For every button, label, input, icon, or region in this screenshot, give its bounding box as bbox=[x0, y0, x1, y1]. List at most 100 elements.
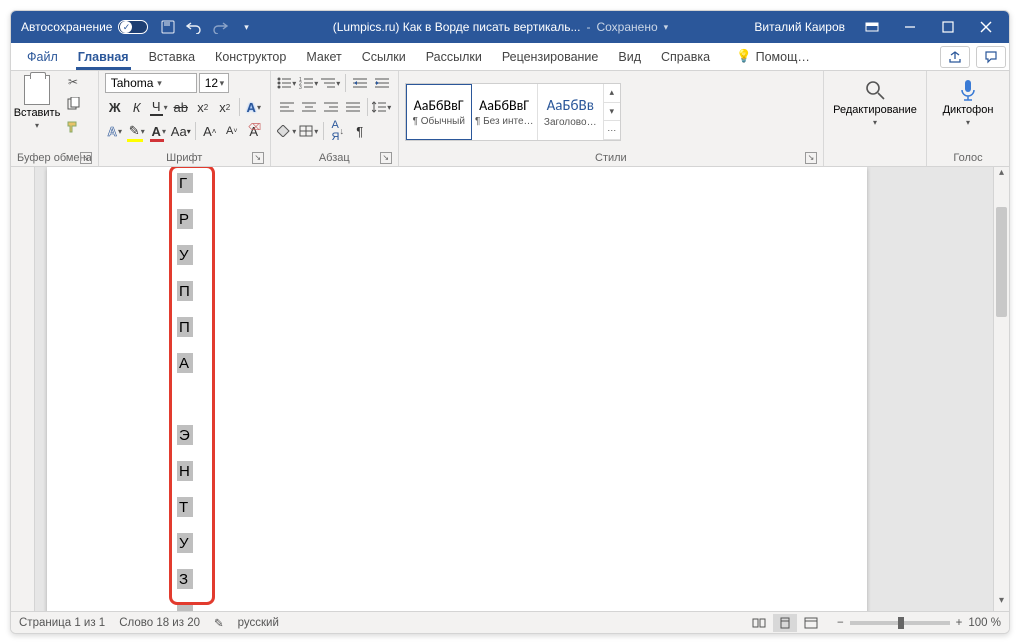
align-left-button[interactable] bbox=[277, 97, 297, 117]
tab-file[interactable]: Файл bbox=[17, 43, 68, 70]
dialog-launcher-icon[interactable]: ↘ bbox=[805, 152, 817, 164]
font-size-combo[interactable]: 12▾ bbox=[199, 73, 229, 93]
underline-button[interactable]: Ч bbox=[149, 97, 169, 117]
strike-button[interactable]: ab bbox=[171, 97, 191, 117]
bullets-button[interactable] bbox=[277, 73, 297, 93]
bold-button[interactable]: Ж bbox=[105, 97, 125, 117]
font-color-outline-button[interactable]: A bbox=[105, 121, 125, 141]
format-painter-button[interactable] bbox=[63, 117, 83, 135]
status-words[interactable]: Слово 18 из 20 bbox=[119, 617, 200, 629]
share-button[interactable] bbox=[940, 46, 970, 68]
style-normal[interactable]: АаБбВвГ ¶ Обычный bbox=[406, 84, 472, 140]
tab-references[interactable]: Ссылки bbox=[352, 43, 416, 70]
justify-button[interactable] bbox=[343, 97, 363, 117]
page-viewport[interactable]: ГРУППАЭНТУЗи bbox=[35, 167, 993, 611]
autosave[interactable]: Автосохранение bbox=[21, 20, 148, 34]
line-spacing-button[interactable] bbox=[372, 97, 392, 117]
style-heading1[interactable]: АаБбВв Заголово… bbox=[538, 84, 604, 140]
zoom-slider[interactable] bbox=[850, 621, 950, 625]
vertical-char[interactable]: П bbox=[175, 277, 201, 313]
comments-button[interactable] bbox=[976, 46, 1006, 68]
shrink-font-button[interactable]: A˅ bbox=[222, 121, 242, 141]
redo-icon[interactable] bbox=[212, 19, 228, 35]
decrease-indent-button[interactable] bbox=[350, 73, 370, 93]
page[interactable]: ГРУППАЭНТУЗи bbox=[47, 167, 867, 611]
dialog-launcher-icon[interactable]: ↘ bbox=[380, 152, 392, 164]
zoom-in-button[interactable]: + bbox=[956, 617, 963, 629]
grow-font-button[interactable]: A˄ bbox=[200, 121, 220, 141]
vertical-char[interactable]: и bbox=[175, 601, 201, 611]
vertical-char[interactable]: У bbox=[175, 529, 201, 565]
vertical-char[interactable]: Т bbox=[175, 493, 201, 529]
editing-button[interactable]: Редактирование ▾ bbox=[830, 73, 920, 131]
change-case-button[interactable]: Aa▾ bbox=[171, 121, 191, 141]
tab-review[interactable]: Рецензирование bbox=[492, 43, 609, 70]
shading-button[interactable] bbox=[277, 121, 297, 141]
minimize-button[interactable] bbox=[891, 11, 929, 43]
multilevel-button[interactable] bbox=[321, 73, 341, 93]
saved-chevron[interactable]: ▾ bbox=[664, 22, 669, 33]
increase-indent-button[interactable] bbox=[372, 73, 392, 93]
styles-scroll[interactable]: ▴▾⋯ bbox=[604, 84, 620, 140]
borders-button[interactable] bbox=[299, 121, 319, 141]
view-read-button[interactable] bbox=[747, 614, 771, 632]
vertical-char[interactable]: Р bbox=[175, 205, 201, 241]
vertical-text-selection[interactable]: ГРУППАЭНТУЗи bbox=[175, 169, 201, 611]
vertical-char[interactable]: Н bbox=[175, 457, 201, 493]
vertical-char[interactable]: П bbox=[175, 313, 201, 349]
view-print-button[interactable] bbox=[773, 614, 797, 632]
scroll-down-icon[interactable]: ▾ bbox=[994, 595, 1009, 611]
clear-formatting-button[interactable]: A⌫ bbox=[244, 121, 264, 141]
vertical-char[interactable]: З bbox=[175, 565, 201, 601]
zoom-knob[interactable] bbox=[898, 617, 904, 629]
ruler-vertical[interactable] bbox=[11, 167, 35, 611]
undo-icon[interactable] bbox=[186, 19, 202, 35]
vertical-char[interactable]: А bbox=[175, 349, 201, 385]
status-lang[interactable]: русский bbox=[238, 617, 279, 629]
sort-button[interactable]: AЯ↓ bbox=[328, 121, 348, 141]
ribbon-collapse-icon[interactable] bbox=[853, 11, 891, 43]
show-marks-button[interactable]: ¶ bbox=[350, 121, 370, 141]
tab-home[interactable]: Главная bbox=[68, 43, 139, 70]
save-icon[interactable] bbox=[160, 19, 176, 35]
tab-layout[interactable]: Макет bbox=[296, 43, 351, 70]
scroll-thumb[interactable] bbox=[996, 207, 1007, 317]
user-identity[interactable]: Виталий Каиров bbox=[754, 20, 845, 34]
status-page[interactable]: Страница 1 из 1 bbox=[19, 617, 105, 629]
dialog-launcher-icon[interactable]: ↘ bbox=[252, 152, 264, 164]
tab-insert[interactable]: Вставка bbox=[139, 43, 205, 70]
vertical-char[interactable]: У bbox=[175, 241, 201, 277]
tab-view[interactable]: Вид bbox=[608, 43, 651, 70]
italic-button[interactable]: К bbox=[127, 97, 147, 117]
align-right-button[interactable] bbox=[321, 97, 341, 117]
copy-button[interactable] bbox=[63, 95, 83, 113]
tab-mailings[interactable]: Рассылки bbox=[416, 43, 492, 70]
cut-button[interactable]: ✂ bbox=[63, 73, 83, 91]
status-proofing-icon[interactable]: ✎ bbox=[214, 616, 224, 630]
maximize-button[interactable] bbox=[929, 11, 967, 43]
superscript-button[interactable]: x2 bbox=[215, 97, 235, 117]
qat-more-icon[interactable]: ▾ bbox=[238, 19, 254, 35]
scrollbar-vertical[interactable]: ▴ ▾ bbox=[993, 167, 1009, 611]
scroll-up-icon[interactable]: ▴ bbox=[994, 167, 1009, 183]
text-effects-button[interactable]: A bbox=[244, 97, 264, 117]
vertical-char[interactable]: Э bbox=[175, 421, 201, 457]
vertical-char[interactable]: Г bbox=[175, 169, 201, 205]
tab-design[interactable]: Конструктор bbox=[205, 43, 296, 70]
font-name-combo[interactable]: Tahoma▾ bbox=[105, 73, 197, 93]
zoom-value[interactable]: 100 % bbox=[968, 617, 1001, 629]
numbering-button[interactable]: 123 bbox=[299, 73, 319, 93]
dialog-launcher-icon[interactable]: ↘ bbox=[80, 152, 92, 164]
style-nospacing[interactable]: АаБбВвГ ¶ Без инте… bbox=[472, 84, 538, 140]
subscript-button[interactable]: x2 bbox=[193, 97, 213, 117]
paste-button[interactable]: Вставить ▾ bbox=[17, 73, 57, 131]
autosave-toggle[interactable] bbox=[118, 20, 148, 34]
vertical-char[interactable] bbox=[175, 385, 201, 421]
styles-gallery[interactable]: АаБбВвГ ¶ Обычный АаБбВвГ ¶ Без инте… Аа… bbox=[405, 83, 621, 141]
close-button[interactable] bbox=[967, 11, 1005, 43]
font-color-button[interactable]: A bbox=[149, 121, 169, 141]
view-web-button[interactable] bbox=[799, 614, 823, 632]
tab-help[interactable]: Справка bbox=[651, 43, 720, 70]
tab-tellme[interactable]: 💡Помощ… bbox=[726, 43, 820, 70]
highlight-button[interactable]: ✎ bbox=[127, 121, 147, 141]
